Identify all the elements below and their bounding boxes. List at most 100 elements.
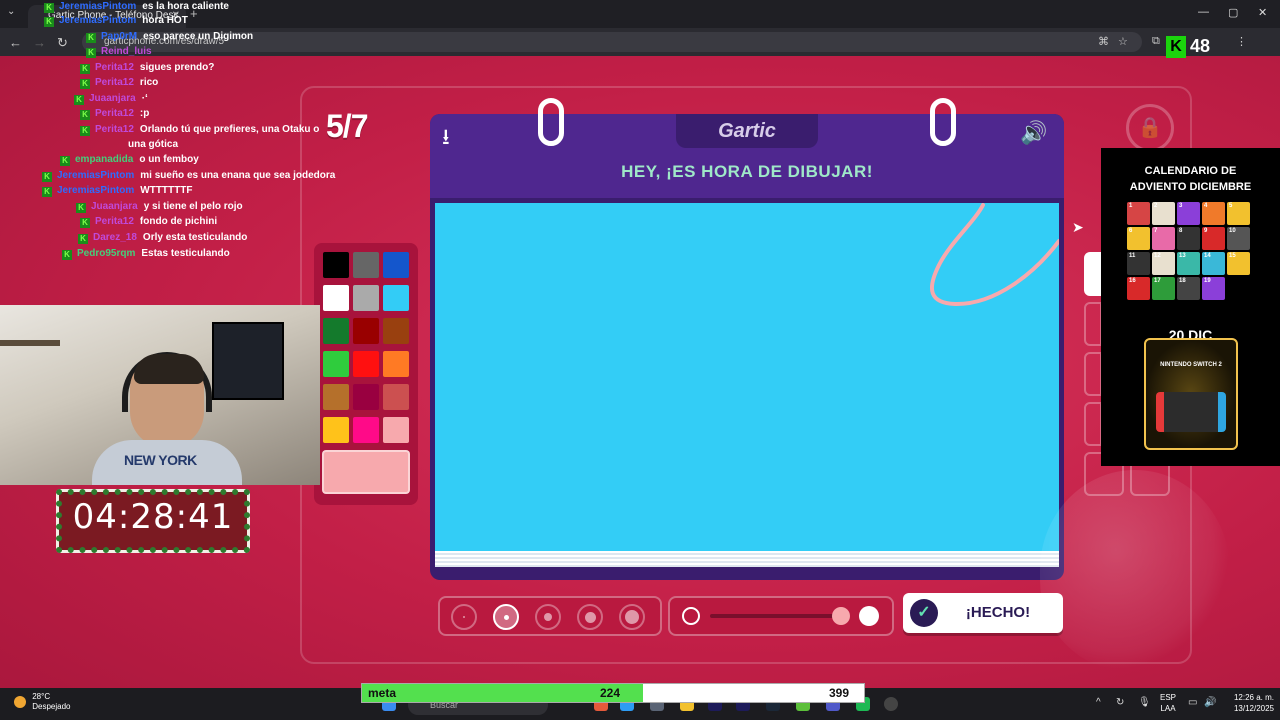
advent-day-cell: 8: [1177, 227, 1200, 250]
webcam-tv: [212, 322, 284, 400]
advent-day-number: 18: [1179, 278, 1186, 284]
chat-username: Perita12: [95, 124, 134, 135]
color-swatch[interactable]: [383, 351, 409, 377]
color-swatch[interactable]: [383, 318, 409, 344]
advent-title: CALENDARIO DE ADVIENTO DICIEMBRE: [1101, 163, 1280, 195]
chat-message: Kempanadida o un femboy: [60, 153, 199, 166]
chat-text: mi sueño es una enana que sea jodedora: [140, 170, 336, 181]
mic-icon[interactable]: 🎙: [1138, 697, 1151, 708]
tray-sync-icon[interactable]: ↻: [1116, 697, 1124, 708]
color-swatch[interactable]: [383, 285, 409, 311]
chat-username: Juaanjara: [89, 93, 136, 104]
taskbar-clock[interactable]: 12:26 a. m. 13/12/2025: [1222, 692, 1274, 714]
color-swatch[interactable]: [323, 417, 349, 443]
weather-widget[interactable]: 28°C Despejado: [14, 692, 70, 712]
chat-message: una gótica: [128, 138, 178, 151]
opacity-slider-track[interactable]: [710, 614, 850, 618]
kick-viewer-count: K 48: [1166, 36, 1210, 64]
tray-chevron-icon[interactable]: ^: [1096, 697, 1101, 708]
language-indicator[interactable]: ESP LAA: [1160, 692, 1176, 714]
pen-tool-button[interactable]: [1084, 252, 1102, 296]
advent-day-number: 10: [1229, 228, 1236, 234]
sound-icon[interactable]: 🔊: [1020, 120, 1047, 146]
network-icon[interactable]: ▭: [1188, 697, 1197, 708]
translate-icon[interactable]: ⌘: [1098, 35, 1109, 48]
color-swatch[interactable]: [353, 285, 379, 311]
chat-text: o un femboy: [139, 154, 199, 165]
viewer-count: 48: [1190, 36, 1211, 56]
obs-icon[interactable]: [884, 697, 898, 711]
chat-message: K Reind_luis: [86, 45, 158, 58]
kick-badge-icon: K: [80, 126, 90, 136]
color-swatch[interactable]: [353, 318, 379, 344]
download-icon[interactable]: ⭳: [442, 120, 450, 158]
minimize-icon[interactable]: —: [1198, 6, 1209, 18]
kick-badge-icon: K: [60, 156, 70, 166]
kick-badge-icon: K: [86, 48, 96, 58]
color-swatch[interactable]: [323, 384, 349, 410]
rect-tool-button[interactable]: [1084, 352, 1102, 396]
chat-message: K Perita12 sigues prendo?: [80, 61, 214, 74]
brush-size-dot: [544, 613, 552, 621]
advent-day-cell: 9: [1202, 227, 1225, 250]
color-swatch[interactable]: [353, 351, 379, 377]
advent-day-cell: 2: [1152, 202, 1175, 225]
opacity-slider-handle[interactable]: [832, 607, 850, 625]
draw-prompt-heading: HEY, ¡ES HORA DE DIBUJAR!: [621, 162, 873, 181]
color-swatch[interactable]: [323, 351, 349, 377]
chat-message: K Juaanjara ·ʻ: [74, 92, 148, 105]
chat-username: Perita12: [95, 108, 134, 119]
advent-day-cell: 17: [1152, 277, 1175, 300]
maximize-icon[interactable]: ▢: [1228, 6, 1238, 19]
color-swatch[interactable]: [383, 417, 409, 443]
advent-day-number: 6: [1129, 228, 1133, 234]
kick-badge-icon: K: [62, 250, 72, 260]
advent-day-number: 1: [1129, 203, 1133, 209]
chat-text: rico: [139, 77, 159, 88]
chat-message: K Perita12 Orlando tú que prefieres, una O…: [80, 123, 319, 136]
chat-username: Reind_luis: [101, 46, 152, 57]
chat-username: Juaanjara: [91, 201, 138, 212]
chat-message: K JeremiasPintom mi sueño es una enana que…: [42, 169, 335, 182]
volume-icon[interactable]: 🔊: [1204, 697, 1216, 708]
webcam-shelf: [0, 340, 60, 346]
chat-text: Estas testiculando: [141, 248, 230, 259]
advent-day-number: 9: [1204, 228, 1208, 234]
color-swatch[interactable]: [383, 252, 409, 278]
chat-username: Perita12: [95, 216, 134, 227]
advent-day-number: 11: [1129, 253, 1136, 259]
brush-size-dot: [584, 611, 596, 623]
advent-day-number: 19: [1204, 278, 1211, 284]
kick-badge-icon: K: [76, 203, 86, 213]
color-swatch[interactable]: [323, 318, 349, 344]
bookmark-star-icon[interactable]: ☆: [1118, 35, 1128, 48]
chat-overlay: K JeremiasPintom es la hora caliente K Jerem…: [0, 0, 380, 262]
advent-day-number: 2: [1154, 203, 1158, 209]
chat-text: WTTTTTTF: [140, 185, 193, 196]
gartic-logo: Gartic: [676, 114, 818, 148]
chat-message: K JeremiasPintom es la hora caliente: [44, 0, 229, 13]
advent-day-cell: 15: [1227, 252, 1250, 275]
color-swatch[interactable]: [323, 252, 349, 278]
window-close-icon[interactable]: ✕: [1258, 6, 1267, 19]
chat-message: K Pedro95rqm Estas testiculando: [62, 247, 230, 260]
ellipse-tool-button[interactable]: [1084, 402, 1102, 446]
lang-layout: LAA: [1160, 704, 1176, 713]
color-swatch[interactable]: [353, 384, 379, 410]
color-swatch[interactable]: [383, 384, 409, 410]
menu-icon[interactable]: ⋮: [1236, 35, 1247, 48]
color-swatch[interactable]: [353, 252, 379, 278]
color-swatch[interactable]: [323, 285, 349, 311]
color-swatch[interactable]: [353, 417, 379, 443]
drawing-canvas[interactable]: [435, 203, 1059, 551]
chat-message: K Perita12 fondo de pichini: [80, 215, 217, 228]
extensions-icon[interactable]: ⧉: [1152, 35, 1160, 48]
kick-badge-icon: K: [44, 17, 54, 27]
lock-icon[interactable]: 🔒: [1126, 104, 1174, 152]
chat-text: hora HOT: [142, 15, 188, 26]
clock-time: 12:26 a. m.: [1233, 693, 1274, 702]
chat-message: K Pap0rM eso parece un Digimon: [86, 30, 253, 43]
chat-username: JeremiasPintom: [59, 1, 137, 12]
line-tool-button[interactable]: [1084, 302, 1102, 346]
kick-badge-icon: K: [42, 172, 52, 182]
